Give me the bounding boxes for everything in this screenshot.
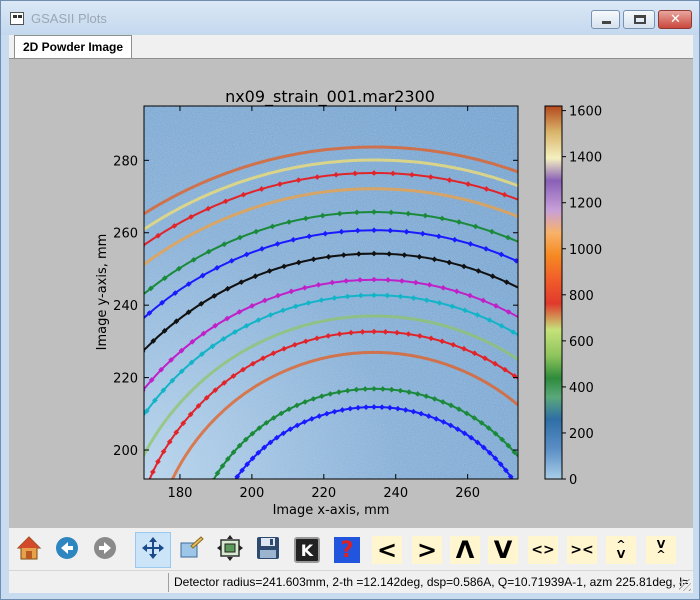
- forward-button[interactable]: [87, 532, 123, 568]
- y-tick-label: 280: [113, 154, 138, 169]
- x-tick-label: 220: [311, 486, 336, 501]
- key-button[interactable]: K: [289, 532, 325, 568]
- shift-up-button[interactable]: Λ: [447, 532, 483, 568]
- expand-horizontal-button[interactable]: <>: [525, 532, 561, 568]
- shrink-vertical-button[interactable]: V ^: [643, 532, 679, 568]
- colorbar-tick-label: 0: [569, 473, 577, 488]
- y-tick-label: 220: [113, 372, 138, 387]
- minimize-icon: [602, 21, 611, 24]
- status-text: Detector radius=241.603mm, 2-th =12.142d…: [168, 573, 688, 592]
- floppy-disk-icon: [255, 535, 281, 565]
- close-button[interactable]: ✕: [658, 10, 692, 29]
- ring-marker: [520, 198, 526, 204]
- x-tick-label: 200: [239, 486, 264, 501]
- colorbar-tick-label: 800: [569, 289, 594, 304]
- help-question-icon: ?: [334, 537, 360, 563]
- expand-horizontal-glyph: <>: [528, 536, 558, 564]
- expand-vertical-button[interactable]: ^ V: [603, 532, 639, 568]
- window-title: GSASII Plots: [31, 11, 107, 26]
- y-axis-label: Image y-axis, mm: [95, 234, 110, 351]
- window-client: 2D Powder Image nx09_strain_001.mar2300 …: [9, 35, 693, 593]
- colorbar-tick-label: 1400: [569, 151, 602, 166]
- y-tick-label: 200: [113, 444, 138, 459]
- colorbar-tick-label: 1000: [569, 243, 602, 258]
- shift-down-button[interactable]: V: [485, 532, 521, 568]
- shift-left-glyph: <: [372, 536, 402, 564]
- colorbar-tick-label: 1200: [569, 197, 602, 212]
- x-tick-label: 240: [383, 486, 408, 501]
- shrink-horizontal-glyph: ><: [567, 536, 597, 564]
- plot-title: nx09_strain_001.mar2300: [225, 87, 435, 107]
- ring-marker: [512, 480, 518, 486]
- colorbar-tick-label: 600: [569, 335, 594, 350]
- shift-right-glyph: >: [412, 536, 442, 564]
- zoom-button[interactable]: [173, 532, 209, 568]
- x-tick-label: 260: [455, 486, 480, 501]
- plot-canvas[interactable]: nx09_strain_001.mar2300 180 200 220 240 260 …: [9, 59, 693, 529]
- colorbar-tick-label: 400: [569, 381, 594, 396]
- colorbar-tick-label: 1600: [569, 105, 602, 120]
- tab-2d-powder-image[interactable]: 2D Powder Image: [14, 35, 132, 58]
- key-k-icon: K: [294, 537, 320, 563]
- shift-left-button[interactable]: <: [369, 532, 405, 568]
- colorbar: [544, 105, 563, 480]
- ring-marker: [136, 419, 142, 425]
- pan-button[interactable]: [135, 532, 171, 568]
- y-tick-label: 260: [113, 227, 138, 242]
- ring-marker: [230, 480, 236, 486]
- app-icon: [10, 12, 24, 25]
- colorbar-tick-label: 200: [569, 427, 594, 442]
- resize-grip-icon[interactable]: [679, 579, 691, 591]
- x-axis-label: Image x-axis, mm: [273, 503, 390, 518]
- home-icon: [15, 534, 43, 566]
- home-button[interactable]: [11, 532, 47, 568]
- minimize-button[interactable]: [591, 10, 620, 29]
- subplots-icon: [216, 534, 244, 566]
- forward-arrow-icon: [92, 535, 118, 565]
- maximize-icon: [634, 15, 646, 24]
- shrink-horizontal-button[interactable]: ><: [564, 532, 600, 568]
- configure-subplots-button[interactable]: [212, 532, 248, 568]
- help-button[interactable]: ?: [329, 532, 365, 568]
- ring-marker: [145, 480, 151, 486]
- shift-right-button[interactable]: >: [409, 532, 445, 568]
- plot-panel: nx09_strain_001.mar2300 180 200 220 240 260 …: [9, 58, 693, 528]
- close-icon: ✕: [670, 12, 681, 27]
- image-area[interactable]: [9, 106, 693, 529]
- back-arrow-icon: [54, 535, 80, 565]
- title-bar[interactable]: GSASII Plots ✕: [1, 1, 699, 35]
- zoom-icon: [177, 534, 205, 566]
- shrink-vertical-glyph: V ^: [646, 536, 676, 564]
- colorbar-axis: 0 200 400 600 800 1000 1200 1400 1600: [562, 105, 602, 488]
- status-bar: Detector radius=241.603mm, 2-th =12.142d…: [9, 570, 693, 593]
- back-button[interactable]: [49, 532, 85, 568]
- maximize-button[interactable]: [623, 10, 655, 29]
- y-tick-label: 240: [113, 299, 138, 314]
- shift-up-glyph: Λ: [450, 536, 480, 564]
- ring-marker: [518, 316, 524, 322]
- navigation-toolbar: K? < > Λ V <> >< ^ V V ^: [9, 528, 693, 570]
- expand-vertical-glyph: ^ V: [606, 536, 636, 564]
- shift-down-glyph: V: [488, 536, 518, 564]
- plot-window: GSASII Plots ✕ 2D Powder Image nx09_stra…: [0, 0, 700, 600]
- save-button[interactable]: [250, 532, 286, 568]
- x-tick-label: 180: [168, 486, 193, 501]
- pan-arrows-icon: [140, 535, 166, 565]
